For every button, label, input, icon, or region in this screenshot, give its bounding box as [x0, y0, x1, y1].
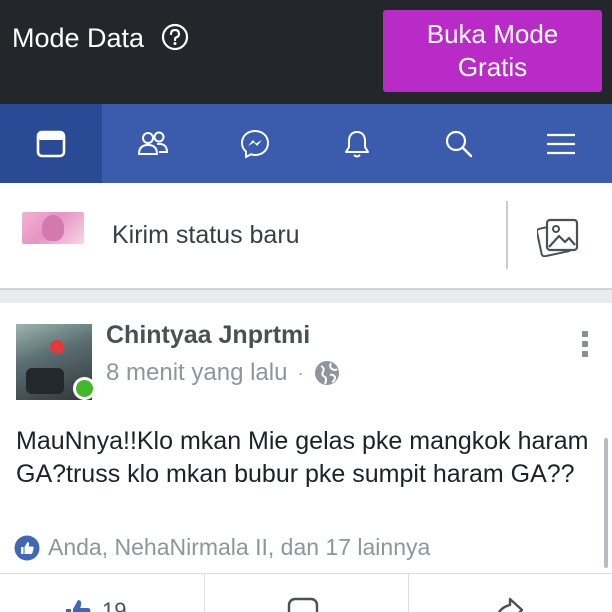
notifications-bell-icon [345, 130, 369, 157]
nav-bar [0, 104, 612, 183]
data-mode-title: Mode Data [12, 23, 145, 53]
search-icon [445, 130, 473, 157]
action-divider [408, 574, 409, 612]
nav-tab-news-feed[interactable] [0, 104, 102, 183]
post-meta: 8 menit yang lalu · [106, 359, 341, 387]
like-count: 19 [102, 598, 127, 612]
nav-tab-messenger[interactable] [204, 104, 306, 183]
like-button[interactable]: 19 [62, 594, 126, 612]
thumbs-up-icon [66, 600, 91, 612]
free-mode-button-line2: Gratis [457, 52, 528, 82]
status-composer: Kirim status baru [0, 183, 612, 289]
composer-avatar [22, 212, 84, 244]
free-mode-button[interactable]: Buka Mode Gratis [383, 10, 602, 92]
action-divider [204, 574, 205, 612]
nav-tab-notifications[interactable] [306, 104, 408, 183]
feed-post: Chintyaa Jnprtmi 8 menit yang lalu · Mau… [0, 303, 612, 612]
meta-separator: · [297, 362, 304, 383]
post-body-text: MauNnya!!Klo mkan Mie gelas pke mangkok … [16, 427, 589, 488]
menu-icon [547, 133, 575, 154]
reaction-names: Anda, NehaNirmala II, dan 17 lainnya [48, 534, 431, 560]
share-button[interactable] [492, 594, 526, 612]
data-mode-bar: Mode Data Buka Mode Gratis [0, 0, 612, 104]
post-author-name[interactable]: Chintyaa Jnprtmi [106, 321, 310, 350]
share-icon [497, 597, 524, 612]
comment-button[interactable] [286, 594, 320, 612]
post-timestamp[interactable]: 8 menit yang lalu [106, 359, 287, 387]
free-mode-button-line1: Buka Mode [426, 19, 559, 49]
post-options-icon[interactable] [582, 331, 590, 359]
comment-icon [287, 597, 319, 612]
reaction-summary[interactable]: Anda, NehaNirmala II, dan 17 lainnya [14, 534, 430, 561]
scrollbar[interactable] [604, 438, 608, 568]
friends-icon [137, 131, 169, 155]
public-globe-icon [315, 361, 340, 385]
help-icon[interactable] [161, 23, 189, 51]
messenger-icon [240, 129, 270, 159]
nav-tab-menu[interactable] [510, 104, 612, 183]
post-action-bar: 19 [0, 573, 612, 612]
nav-tab-search[interactable] [408, 104, 510, 183]
status-input[interactable]: Kirim status baru [112, 221, 300, 250]
composer-divider [506, 201, 508, 269]
news-feed-icon [36, 130, 66, 157]
like-badge-icon [14, 535, 40, 560]
photo-icon[interactable] [537, 217, 581, 257]
nav-tab-friends[interactable] [102, 104, 204, 183]
online-status-dot [73, 377, 96, 400]
feed-separator [0, 289, 612, 303]
